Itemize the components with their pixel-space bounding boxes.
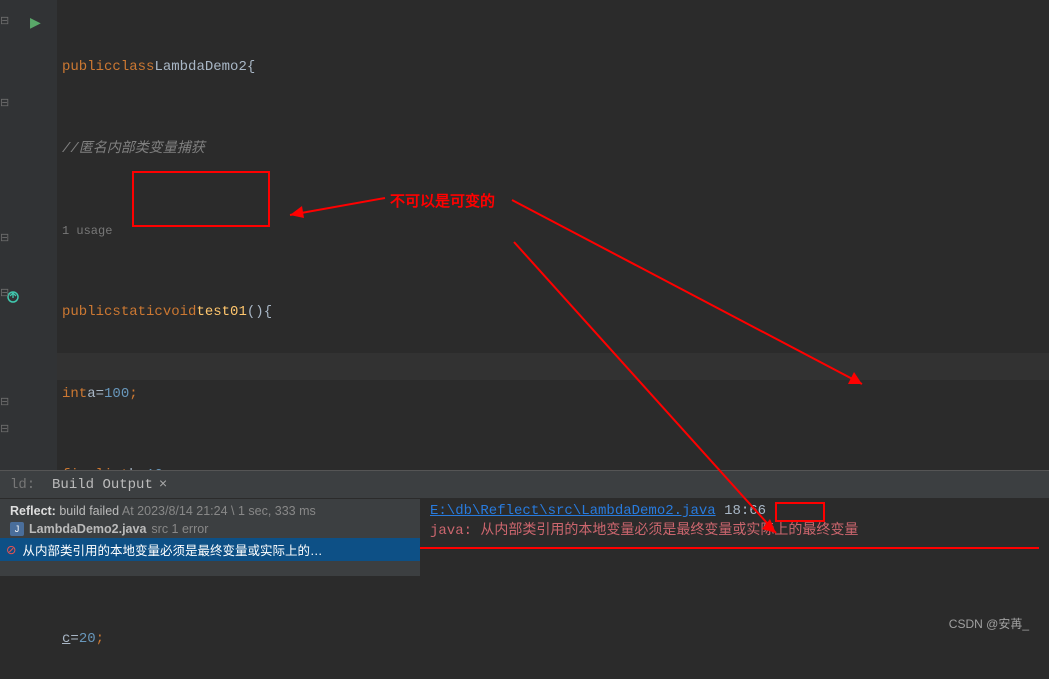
divider-line [420, 547, 1039, 549]
build-output[interactable]: E:\db\Reflect\src\LambdaDemo2.java 18:66… [420, 499, 1049, 576]
fold-icon[interactable]: ⊟ [0, 14, 9, 28]
build-panel: ld: Build Output × Reflect: build failed… [0, 470, 1049, 576]
arrow-icon [0, 29, 1049, 679]
watermark: CSDN @安苒_ [949, 615, 1029, 632]
